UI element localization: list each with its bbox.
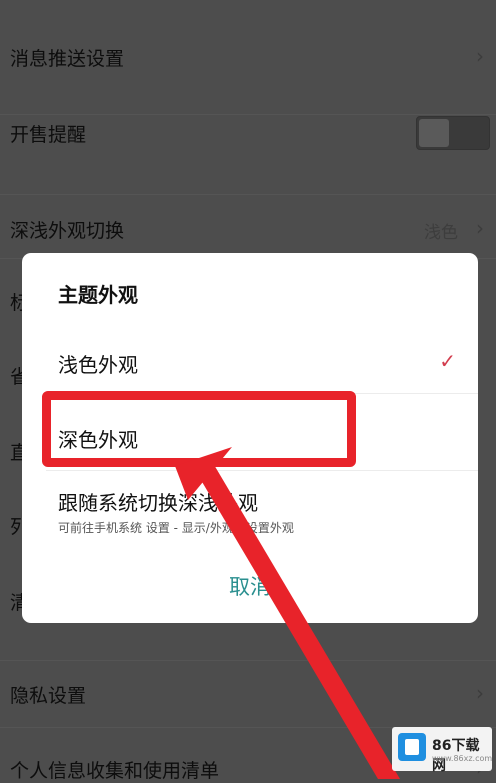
appearance-value: 浅色 xyxy=(424,223,458,243)
toggle-knob xyxy=(419,119,449,147)
settings-row-appearance[interactable]: 深浅外观切换 浅色 › xyxy=(0,194,496,259)
option-follow-system[interactable]: 跟随系统切换深浅外观 可前往手机系统 设置 - 显示/外观，设置外观 xyxy=(22,471,478,541)
check-icon: ✓ xyxy=(439,349,456,373)
settings-row-push[interactable]: 消息推送设置 › xyxy=(0,0,496,115)
watermark-url: www.86xz.com xyxy=(432,754,493,763)
watermark-logo-icon xyxy=(398,733,426,761)
settings-row-label: 开售提醒 xyxy=(10,124,87,146)
settings-row-privacy[interactable]: 隐私设置 › xyxy=(0,660,496,728)
option-label: 浅色外观 xyxy=(58,353,138,377)
settings-row-label: 深浅外观切换 xyxy=(10,220,125,242)
dialog-title: 主题外观 xyxy=(58,283,138,307)
annotation-highlight-box xyxy=(42,391,356,467)
option-light[interactable]: 浅色外观 ✓ xyxy=(22,329,478,393)
option-label: 跟随系统切换深浅外观 xyxy=(58,491,258,515)
watermark: 86下载网 www.86xz.com xyxy=(392,727,493,774)
settings-row-label: 消息推送设置 xyxy=(10,48,125,70)
chevron-right-icon: › xyxy=(476,44,484,68)
settings-row-label: 隐私设置 xyxy=(10,685,87,707)
chevron-right-icon: › xyxy=(476,681,484,705)
option-subtext: 可前往手机系统 设置 - 显示/外观，设置外观 xyxy=(58,521,294,535)
settings-row-sale-reminder: 开售提醒 xyxy=(0,114,496,195)
sale-reminder-toggle[interactable] xyxy=(416,116,490,150)
chevron-right-icon: › xyxy=(476,216,484,240)
cancel-button[interactable]: 取消 xyxy=(22,571,478,601)
